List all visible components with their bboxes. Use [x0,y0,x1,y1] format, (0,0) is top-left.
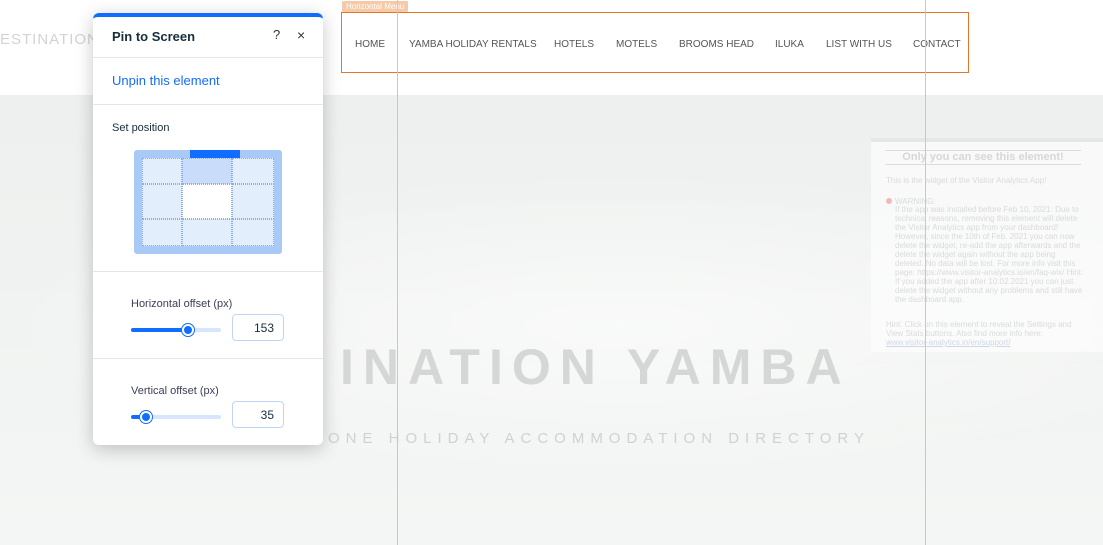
position-top-left[interactable] [142,158,182,184]
widget-hint: Hint: Click on this element to reveal th… [886,320,1072,338]
menu-item-motels[interactable]: MOTELS [616,39,657,50]
help-icon[interactable]: ? [273,27,280,42]
position-bottom-right[interactable] [232,219,274,246]
position-middle-left[interactable] [142,184,182,219]
widget-warning-text: If the app was installed before Feb 10, … [895,205,1084,304]
menu-item-home[interactable]: HOME [355,39,385,50]
widget-support-link[interactable]: www.visitor-analytics.io/en/support/ [886,338,1011,347]
slider-thumb[interactable] [140,411,153,423]
unpin-row: Unpin this element [93,57,323,105]
horizontal-offset-label: Horizontal offset (px) [131,298,233,310]
pin-to-screen-panel: Pin to Screen ? × Unpin this element Set… [93,13,323,445]
vertical-offset-slider[interactable] [131,411,221,423]
horizontal-offset-slider[interactable] [131,324,221,336]
menu-item-iluka[interactable]: ILUKA [775,39,804,50]
menu-item-yamba-holiday-rentals[interactable]: YAMBA HOLIDAY RENTALS [409,39,537,50]
panel-header: Pin to Screen ? × [93,17,323,58]
horizontal-menu[interactable]: HOME YAMBA HOLIDAY RENTALS HOTELS MOTELS… [341,12,969,73]
vertical-offset-label: Vertical offset (px) [131,385,219,397]
divider [93,271,323,272]
menu-item-list-with-us[interactable]: LIST WITH US [826,39,892,50]
hero-title: INATION YAMBA [340,339,851,395]
menu-tag: Horizontal Menu [342,1,409,12]
set-position-label: Set position [112,122,170,134]
slider-thumb[interactable] [181,324,194,336]
menu-item-contact[interactable]: CONTACT [913,39,961,50]
hero-subtitle: ONE HOLIDAY ACCOMMODATION DIRECTORY [328,430,870,447]
position-bottom-center[interactable] [182,219,232,246]
menu-item-brooms-head[interactable]: BROOMS HEAD [679,39,754,50]
panel-title: Pin to Screen [112,29,196,44]
slider-fill [131,328,188,332]
position-middle-center[interactable] [182,184,232,219]
widget-intro: This is the widget of the Visitor Analyt… [886,176,1047,185]
horizontal-offset-input[interactable] [232,314,284,341]
visitor-analytics-widget[interactable]: Only you can see this element! This is t… [871,138,1103,352]
unpin-element-link[interactable]: Unpin this element [112,73,220,88]
menu-item-hotels[interactable]: HOTELS [554,39,594,50]
selected-edge-indicator [190,150,240,158]
layout-guide-line-left [397,0,398,545]
position-grid [134,150,282,254]
position-top-center[interactable] [182,158,232,184]
position-top-right[interactable] [232,158,274,184]
widget-title: Only you can see this element! [885,150,1081,165]
vertical-offset-input[interactable] [232,401,284,428]
position-bottom-left[interactable] [142,219,182,246]
layout-guide-line-right [925,0,926,545]
divider [93,358,323,359]
close-icon[interactable]: × [297,27,305,43]
warning-icon [886,198,892,204]
position-middle-right[interactable] [232,184,274,219]
